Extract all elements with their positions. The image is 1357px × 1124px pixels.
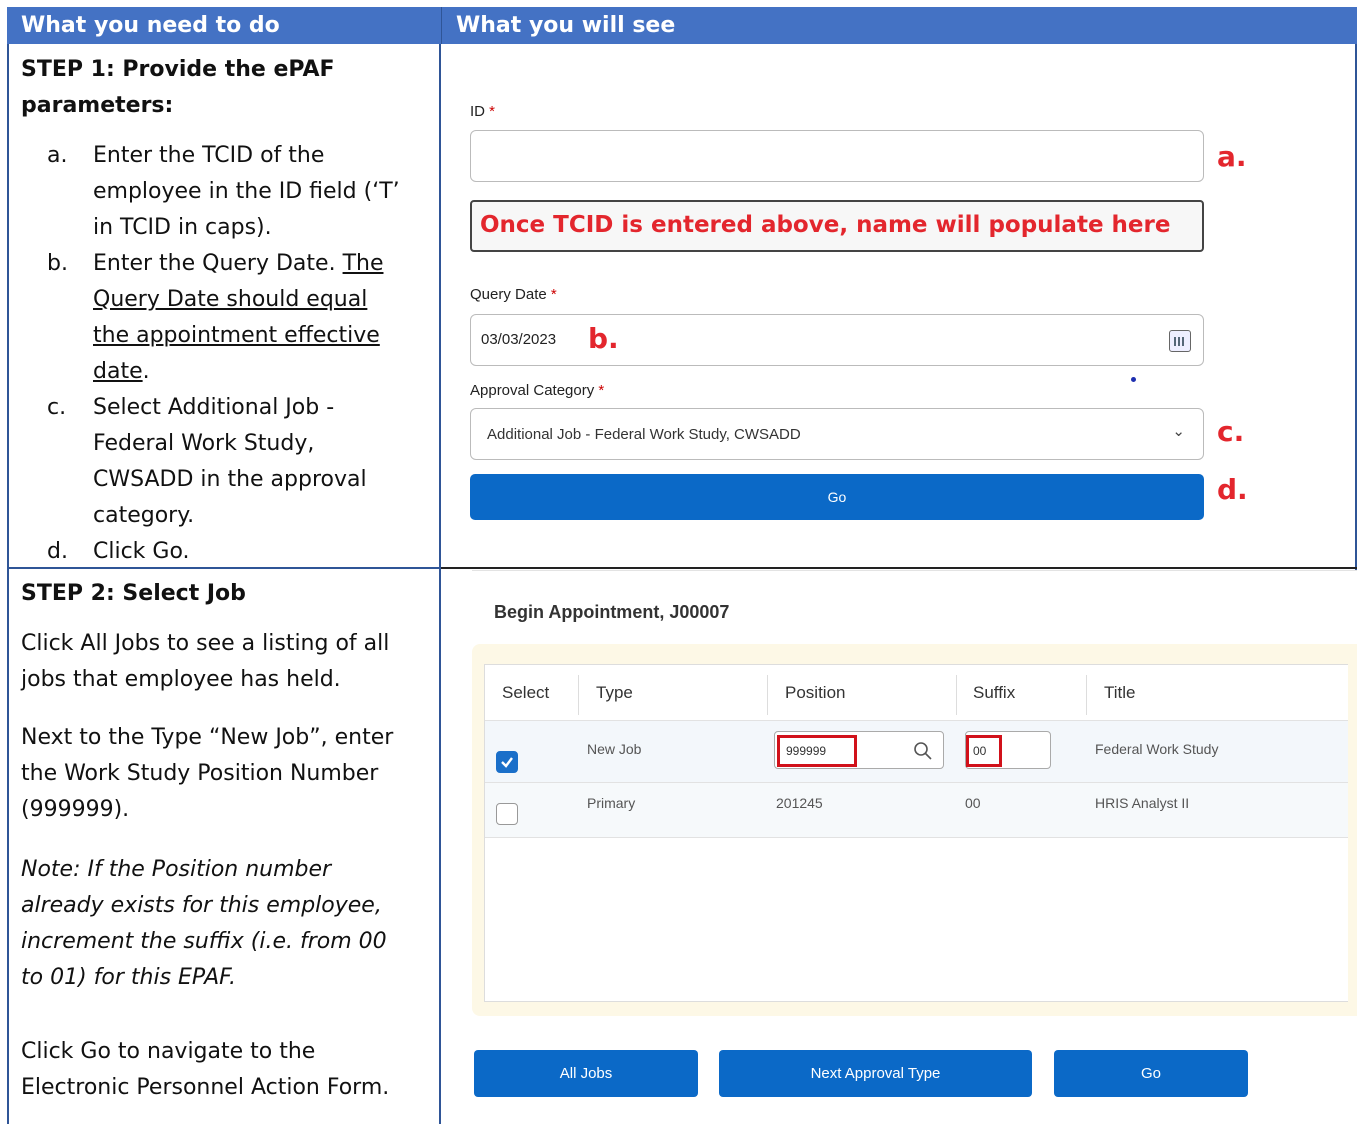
go-button-step2[interactable]: Go: [1054, 1050, 1248, 1097]
step1-item-a: a. Enter the TCID of the employee in the…: [47, 143, 400, 240]
col-type: Type: [596, 683, 633, 702]
epaf-parameters-form: ID * a. Once TCID is entered above, name…: [470, 45, 1350, 567]
step2-para2: Next to the Type “New Job”, enter the Wor…: [21, 725, 394, 822]
header-right: What you will see: [441, 7, 1357, 44]
dot: [1131, 377, 1136, 382]
row-title: Federal Work Study: [1095, 741, 1219, 757]
step2-instructions: STEP 2: Select Job Click All Jobs to see…: [21, 576, 431, 1106]
header-left: What you need to do: [7, 7, 441, 44]
panel-title: Begin Appointment, J00007: [494, 602, 730, 622]
approval-category-value: Additional Job - Federal Work Study, CWS…: [487, 426, 801, 443]
table-divider: [439, 44, 441, 1124]
row-select-checkbox[interactable]: [496, 751, 518, 773]
step1-item-d: d. Click Go.: [47, 539, 190, 564]
step2-note: Note: If the Position number already exis…: [21, 857, 387, 990]
all-jobs-button[interactable]: All Jobs: [474, 1050, 698, 1097]
table-row[interactable]: Primary 201245 00 HRIS Analyst II: [485, 782, 1348, 838]
col-select: Select: [502, 683, 550, 702]
col-title: Title: [1104, 683, 1136, 702]
position-input[interactable]: 999999: [774, 731, 944, 769]
step2-title: STEP 2: Select Job: [21, 581, 246, 606]
id-input[interactable]: [470, 130, 1204, 182]
query-date-value: 03/03/2023: [481, 331, 557, 348]
marker-a: a.: [1217, 140, 1247, 173]
row-title: HRIS Analyst II: [1095, 795, 1190, 811]
step1-title-2: parameters:: [21, 93, 174, 118]
suffix-input[interactable]: 00: [965, 731, 1051, 769]
step1-item-b: b. Enter the Query Date. The Query Date …: [47, 251, 384, 384]
query-date-input[interactable]: 03/03/2023: [470, 314, 1204, 366]
step1-instructions: STEP 1: Provide the ePAF parameters: a. …: [21, 52, 431, 570]
marker-b: b.: [588, 322, 619, 355]
step2-para3: Click Go to navigate to the Electronic Pe…: [21, 1039, 390, 1100]
table-row[interactable]: New Job 999999 00 Federal Work Study: [485, 720, 1348, 783]
marker-d: d.: [1217, 473, 1248, 506]
jobs-table: Select Type Position Suffix Title New Jo…: [484, 664, 1348, 1002]
calendar-icon[interactable]: [1169, 330, 1191, 352]
name-hint: Once TCID is entered above, name will po…: [480, 212, 1171, 238]
position-value: 999999: [777, 735, 857, 767]
name-display: Once TCID is entered above, name will po…: [470, 200, 1204, 252]
search-icon[interactable]: [913, 741, 933, 761]
row-divider-right: [441, 567, 1357, 569]
row-select-checkbox[interactable]: [496, 803, 518, 825]
row-position: 201245: [776, 795, 823, 811]
select-job-panel: Begin Appointment, J00007 Select Type Po…: [462, 570, 1357, 1124]
row-suffix: 00: [965, 795, 981, 811]
query-date-label: Query Date *: [470, 286, 557, 303]
row-type: Primary: [587, 795, 636, 811]
step1-title-1: STEP 1: Provide the ePAF: [21, 57, 335, 82]
next-approval-type-button[interactable]: Next Approval Type: [719, 1050, 1032, 1097]
approval-category-select[interactable]: Additional Job - Federal Work Study, CWS…: [470, 408, 1204, 460]
col-suffix: Suffix: [973, 683, 1016, 702]
step1-item-c: c. Select Additional Job - Federal Work …: [47, 395, 367, 528]
table-border-left: [7, 44, 9, 1124]
marker-c: c.: [1217, 415, 1245, 448]
row-type: New Job: [587, 741, 642, 757]
approval-category-label: Approval Category *: [470, 382, 605, 399]
step2-para1: Click All Jobs to see a listing of all jo…: [21, 631, 390, 692]
go-button[interactable]: Go: [470, 474, 1204, 520]
col-position: Position: [785, 683, 846, 702]
chevron-down-icon[interactable]: ⌄: [1172, 422, 1185, 440]
id-label: ID *: [470, 103, 496, 120]
instruction-table: What you need to do What you will see ST…: [7, 0, 1357, 1124]
suffix-value: 00: [966, 735, 1002, 767]
